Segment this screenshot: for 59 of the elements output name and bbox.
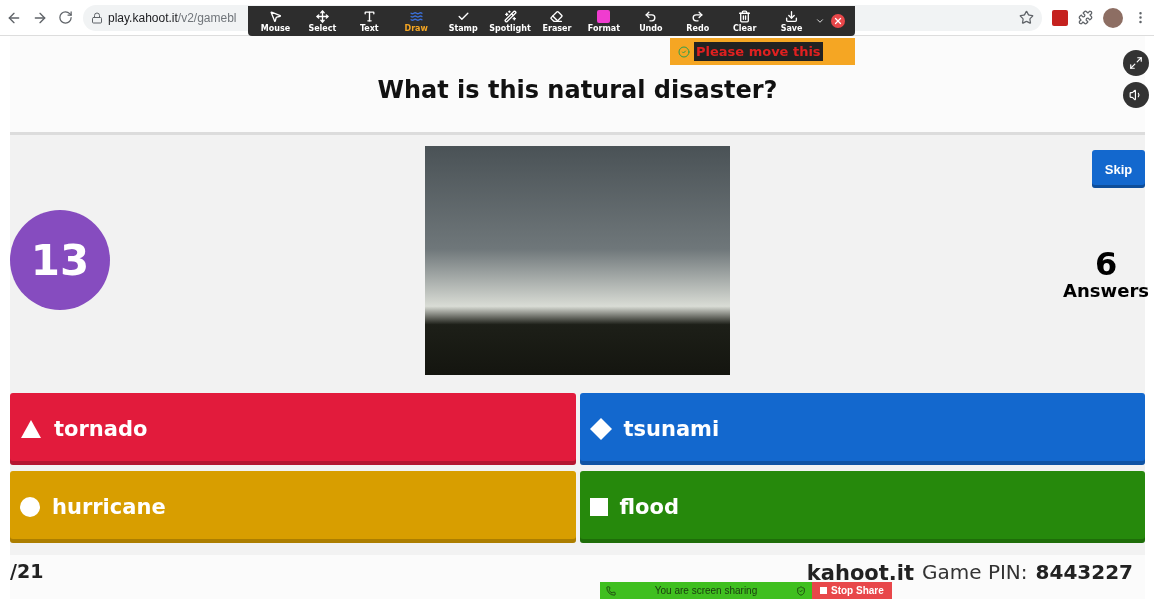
url-host: play.kahoot.it <box>108 10 178 25</box>
answer-count: 6 <box>1094 248 1118 280</box>
text-icon <box>362 9 376 23</box>
annotation-tool[interactable]: Text <box>345 9 393 33</box>
stop-icon <box>820 587 827 594</box>
download-icon <box>785 9 799 23</box>
annotation-tool[interactable]: Format <box>580 9 628 33</box>
avatar[interactable] <box>1103 7 1123 28</box>
expand-icon <box>1129 56 1143 70</box>
game-pin: 8443227 <box>1035 562 1133 583</box>
screen-share-text: You are screen sharing <box>654 585 758 596</box>
answer-option[interactable]: tornado <box>10 393 576 465</box>
circle-icon <box>20 497 40 517</box>
annotation-tool[interactable]: Eraser <box>533 9 581 33</box>
question-title: What is this natural disaster? <box>377 76 778 104</box>
annotation-tool[interactable]: Mouse <box>252 9 299 33</box>
pointer-icon <box>268 9 282 23</box>
redo-icon <box>691 9 705 23</box>
countdown-timer: 13 <box>10 210 110 310</box>
star-icon[interactable] <box>1019 10 1034 25</box>
wave-icon <box>409 9 423 23</box>
check-circle-icon <box>678 45 690 58</box>
question-counter: /21 <box>10 562 44 582</box>
phone-icon <box>606 585 616 596</box>
answer-option[interactable]: flood <box>579 471 1145 543</box>
game-pin-label: Game PIN: <box>922 562 1028 583</box>
kahoot-logo: kahoot.it <box>806 562 914 585</box>
pdf-extension-icon[interactable] <box>1052 9 1068 26</box>
annotation-tool[interactable]: Redo <box>674 9 722 33</box>
stop-share-button[interactable]: Stop Share <box>812 582 892 599</box>
wand-icon <box>503 9 517 23</box>
color-swatch-icon <box>597 9 611 23</box>
annotation-tool[interactable]: Draw <box>392 9 440 33</box>
trash-icon <box>738 9 752 23</box>
annotation-tool[interactable]: Undo <box>627 9 675 33</box>
puzzle-icon[interactable] <box>1078 10 1093 25</box>
lock-icon <box>91 11 103 24</box>
volume-button[interactable] <box>1123 82 1149 108</box>
answers-label: Answers <box>1063 280 1149 301</box>
annotation-tool[interactable]: Spotlight <box>486 9 534 33</box>
annotation-tool[interactable]: Save <box>768 9 816 33</box>
close-button[interactable] <box>831 14 846 28</box>
banner-text: Please move this <box>694 42 823 61</box>
url-path: /v2/gamebl <box>177 10 237 25</box>
fullscreen-button[interactable] <box>1123 50 1149 76</box>
reload-icon[interactable] <box>58 10 73 25</box>
annotation-tool[interactable]: Select <box>298 9 346 33</box>
diamond-icon <box>589 418 612 440</box>
annotation-tool[interactable]: Stamp <box>439 9 487 33</box>
annotation-tool[interactable]: Clear <box>721 9 769 33</box>
skip-button[interactable]: Skip <box>1092 150 1145 188</box>
undo-icon <box>644 9 658 23</box>
chevron-down-icon[interactable] <box>815 16 826 26</box>
square-icon <box>589 498 608 516</box>
triangle-icon <box>20 419 42 439</box>
move-icon <box>315 9 329 23</box>
answer-option[interactable]: tsunami <box>579 393 1145 465</box>
eraser-icon <box>550 9 564 23</box>
shield-icon <box>796 585 806 596</box>
